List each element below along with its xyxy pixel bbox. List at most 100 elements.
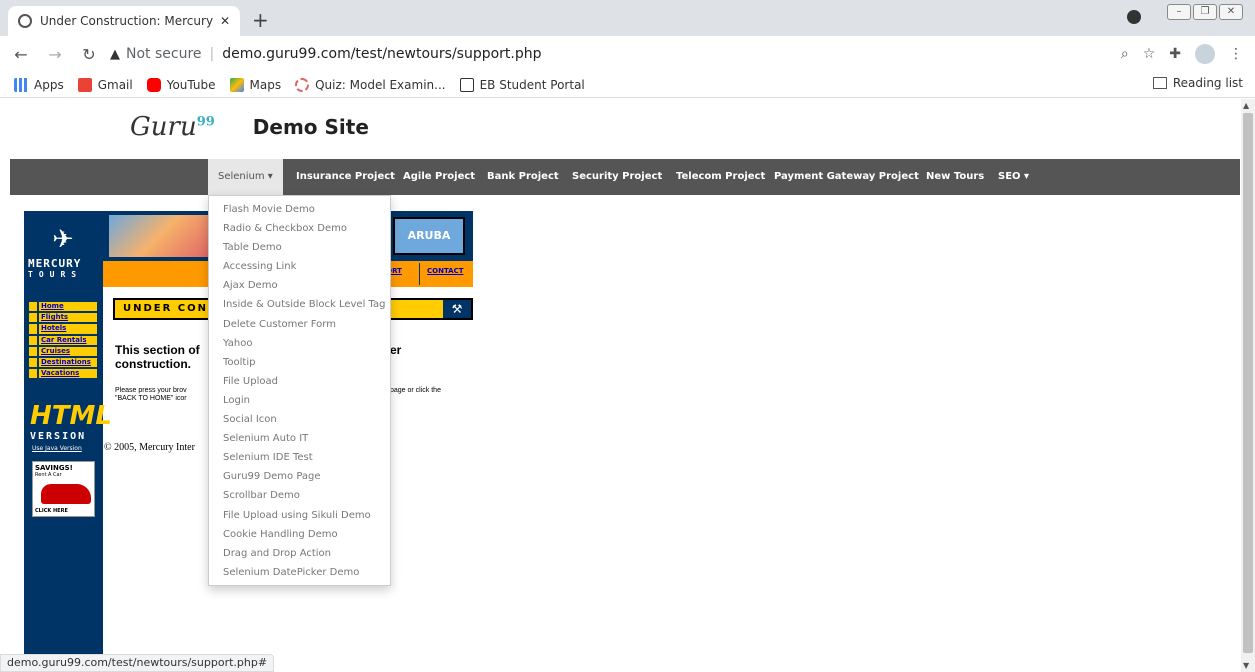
dropdown-item-block-level-tag[interactable]: Inside & Outside Block Level Tag bbox=[209, 295, 390, 314]
scroll-up-icon[interactable]: ▲ bbox=[1243, 101, 1249, 110]
nav-link-destinations[interactable]: Destinations bbox=[38, 356, 98, 369]
new-tab-button[interactable]: + bbox=[252, 8, 269, 32]
selenium-dropdown: Flash Movie Demo Radio & Checkbox Demo T… bbox=[208, 195, 391, 586]
dropdown-item-yahoo[interactable]: Yahoo bbox=[209, 334, 390, 353]
forward-arrow-icon[interactable]: → bbox=[42, 45, 68, 64]
globe-icon bbox=[18, 14, 32, 28]
nav-link-vacations[interactable]: Vacations bbox=[38, 368, 98, 380]
menu-new-tours[interactable]: New Tours bbox=[926, 159, 984, 195]
reading-list-icon bbox=[1152, 77, 1167, 89]
ad-subtitle: Rent A Car bbox=[35, 472, 62, 478]
nav-link-hotels[interactable]: Hotels bbox=[38, 323, 98, 335]
bookmark-star-icon[interactable]: ☆ bbox=[1143, 46, 1156, 62]
close-window-icon[interactable]: ✕ bbox=[1219, 4, 1243, 20]
airplane-icon: ✈ bbox=[52, 217, 74, 257]
bookmark-label: Apps bbox=[34, 77, 64, 92]
bookmark-eb-portal[interactable]: EB Student Portal bbox=[459, 77, 585, 92]
menu-bank-project[interactable]: Bank Project bbox=[487, 159, 559, 195]
bookmark-label: Quiz: Model Examin... bbox=[315, 77, 446, 92]
dropdown-item-datepicker-demo[interactable]: Selenium DatePicker Demo bbox=[209, 563, 390, 582]
dropdown-item-file-upload[interactable]: File Upload bbox=[209, 372, 390, 391]
menu-agile-project[interactable]: Agile Project bbox=[403, 159, 475, 195]
savings-ad[interactable]: SAVINGS! Rent A Car CLICK HERE bbox=[32, 461, 95, 517]
restore-icon[interactable]: ❐ bbox=[1193, 4, 1217, 20]
mercury-tours-logo: ✈ MERCURY TOURS bbox=[28, 217, 98, 297]
address-bar[interactable]: ▲ Not secure | demo.guru99.com/test/newt… bbox=[110, 40, 1140, 68]
dropdown-item-ajax-demo[interactable]: Ajax Demo bbox=[209, 276, 390, 295]
ad-click: CLICK HERE bbox=[35, 508, 68, 514]
extensions-icon[interactable]: ✚ bbox=[1169, 46, 1181, 62]
bookmark-youtube[interactable]: YouTube bbox=[146, 77, 216, 92]
dropdown-item-scrollbar-demo[interactable]: Scrollbar Demo bbox=[209, 486, 390, 505]
dropdown-item-selenium-ide-test[interactable]: Selenium IDE Test bbox=[209, 448, 390, 467]
nav-row-hotels: Hotels bbox=[28, 323, 98, 335]
tab-title: Under Construction: Mercury Tou bbox=[40, 14, 214, 28]
nav-row-cruises: Cruises bbox=[28, 345, 98, 357]
nav-row-home: Home bbox=[28, 301, 98, 313]
linkbar-divider bbox=[419, 263, 420, 285]
copyright: © 2005, Mercury Inter bbox=[104, 442, 195, 453]
bookmark-quiz[interactable]: Quiz: Model Examin... bbox=[295, 77, 446, 92]
dropdown-item-table-demo[interactable]: Table Demo bbox=[209, 238, 390, 257]
java-version-link[interactable]: Use Java Version bbox=[32, 445, 82, 452]
reload-icon[interactable]: ↻ bbox=[76, 45, 102, 64]
menu-payment-gateway-project[interactable]: Payment Gateway Project bbox=[774, 159, 919, 195]
dropdown-item-drag-and-drop[interactable]: Drag and Drop Action bbox=[209, 544, 390, 563]
menu-seo[interactable]: SEO ▾ bbox=[998, 159, 1029, 195]
quiz-icon bbox=[295, 77, 310, 92]
bookmark-maps[interactable]: Maps bbox=[229, 77, 282, 92]
back-arrow-icon[interactable]: ← bbox=[8, 45, 34, 64]
dropdown-item-cookie-handling[interactable]: Cookie Handling Demo bbox=[209, 525, 390, 544]
nav-swatch bbox=[28, 345, 38, 357]
dropdown-item-accessing-link[interactable]: Accessing Link bbox=[209, 257, 390, 276]
guru99-logo[interactable]: Guru99 bbox=[130, 112, 215, 142]
bookmark-label: Maps bbox=[249, 77, 282, 92]
main-menu: Selenium ▾ Insurance Project Agile Proje… bbox=[10, 159, 1240, 195]
nav-link-car-rentals[interactable]: Car Rentals bbox=[38, 334, 98, 346]
profile-indicator-icon[interactable] bbox=[1127, 10, 1141, 24]
dropdown-item-flash-movie-demo[interactable]: Flash Movie Demo bbox=[209, 200, 390, 219]
close-tab-icon[interactable]: ✕ bbox=[220, 14, 230, 28]
warning-icon: ▲ bbox=[110, 46, 120, 62]
dropdown-item-tooltip[interactable]: Tooltip bbox=[209, 353, 390, 372]
nav-swatch bbox=[28, 312, 38, 324]
menu-security-project[interactable]: Security Project bbox=[572, 159, 662, 195]
browser-tab[interactable]: Under Construction: Mercury Tou ✕ bbox=[8, 6, 240, 36]
dropdown-item-selenium-auto-it[interactable]: Selenium Auto IT bbox=[209, 429, 390, 448]
bookmark-gmail[interactable]: Gmail bbox=[77, 77, 133, 92]
tours-label: TOURS bbox=[28, 270, 83, 279]
dropdown-item-guru99-demo-page[interactable]: Guru99 Demo Page bbox=[209, 467, 390, 486]
scroll-down-icon[interactable]: ▼ bbox=[1243, 661, 1249, 670]
bookmarks-bar: Apps Gmail YouTube Maps Quiz: Model Exam… bbox=[0, 72, 1255, 98]
vertical-scrollbar[interactable]: ▲ ▼ bbox=[1241, 99, 1255, 672]
scrollbar-thumb[interactable] bbox=[1243, 113, 1253, 653]
menu-telecom-project[interactable]: Telecom Project bbox=[676, 159, 765, 195]
url-text[interactable]: demo.guru99.com/test/newtours/support.ph… bbox=[222, 46, 541, 62]
avatar[interactable] bbox=[1195, 44, 1215, 64]
dropdown-item-sikuli-upload[interactable]: File Upload using Sikuli Demo bbox=[209, 506, 390, 525]
version-label: VERSION bbox=[30, 431, 87, 442]
menu-insurance-project[interactable]: Insurance Project bbox=[296, 159, 395, 195]
dropdown-item-delete-customer-form[interactable]: Delete Customer Form bbox=[209, 315, 390, 334]
dropdown-item-social-icon[interactable]: Social Icon bbox=[209, 410, 390, 429]
reading-list-button[interactable]: Reading list bbox=[1152, 76, 1243, 90]
reading-list-label: Reading list bbox=[1172, 76, 1243, 90]
nav-link-cruises[interactable]: Cruises bbox=[38, 345, 98, 357]
contact-link[interactable]: CONTACT bbox=[427, 267, 464, 275]
toolbar-actions: ⌕ ☆ ✚ ⋮ bbox=[1121, 44, 1243, 64]
more-menu-icon[interactable]: ⋮ bbox=[1229, 46, 1243, 62]
dropdown-item-radio-checkbox-demo[interactable]: Radio & Checkbox Demo bbox=[209, 219, 390, 238]
nav-link-home[interactable]: Home bbox=[38, 301, 98, 313]
zoom-icon[interactable]: ⌕ bbox=[1121, 46, 1129, 62]
mercury-sidebar: ✈ MERCURY TOURS Home Flights Hotels Car … bbox=[24, 211, 112, 672]
minimize-icon[interactable]: – bbox=[1167, 4, 1191, 20]
menu-selenium[interactable]: Selenium ▾ bbox=[208, 159, 283, 195]
body-line-2: "BACK TO HOME" icor bbox=[115, 395, 187, 402]
site-header: Guru99 Demo Site bbox=[130, 107, 369, 147]
window-controls: – ❐ ✕ bbox=[1167, 4, 1243, 20]
status-bar-url: demo.guru99.com/test/newtours/support.ph… bbox=[0, 654, 275, 672]
dropdown-item-login[interactable]: Login bbox=[209, 391, 390, 410]
nav-link-flights[interactable]: Flights bbox=[38, 312, 98, 324]
bookmark-apps[interactable]: Apps bbox=[14, 77, 64, 92]
browser-toolbar: ← → ↻ ▲ Not secure | demo.guru99.com/tes… bbox=[0, 36, 1255, 72]
